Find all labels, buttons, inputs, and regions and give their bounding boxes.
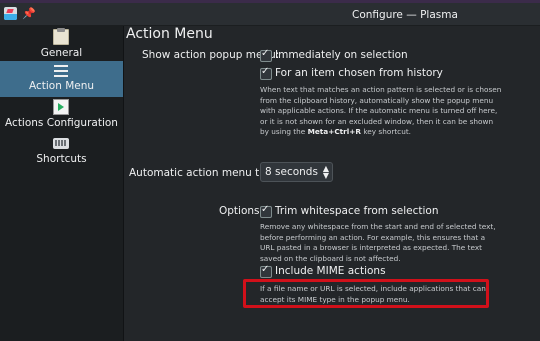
mime-checkbox[interactable] xyxy=(260,264,272,278)
sidebar-item-actions-configuration[interactable]: Actions Configuration xyxy=(0,98,123,134)
sidebar-item-label: Shortcuts xyxy=(36,153,87,165)
sidebar-item-label: Action Menu xyxy=(28,80,95,92)
updown-arrows-icon: ▲ ▼ xyxy=(322,164,329,180)
actions-icon xyxy=(53,99,69,115)
general-icon xyxy=(53,28,69,45)
show-popup-label: Show action popup menu: xyxy=(142,49,280,61)
shortcut-text: Meta+Ctrl+R xyxy=(307,127,362,136)
keyboard-icon xyxy=(53,138,69,149)
immediately-label[interactable]: Immediately on selection xyxy=(275,49,408,61)
pin-icon[interactable]: 📌 xyxy=(22,7,36,20)
trim-help-text: Remove any whitespace from the start and… xyxy=(260,222,496,263)
options-label: Options: xyxy=(219,205,264,217)
hamburger-menu-icon xyxy=(53,62,69,78)
highlight-box xyxy=(243,279,489,308)
klipper-icon[interactable] xyxy=(4,7,17,20)
auto-time-select[interactable]: 8 seconds ▲ ▼ xyxy=(260,162,333,182)
trim-checkbox[interactable] xyxy=(260,204,272,218)
title-bar[interactable]: 📌 Configure — Plasma xyxy=(0,3,540,26)
page-title: Action Menu xyxy=(126,26,213,42)
window-title: Configure — Plasma xyxy=(352,9,458,21)
history-label[interactable]: For an item chosen from history xyxy=(275,67,443,79)
sidebar-item-shortcuts[interactable]: Shortcuts xyxy=(0,134,123,170)
sidebar-item-label: Actions Configuration xyxy=(5,117,118,129)
sidebar-item-action-menu[interactable]: Action Menu xyxy=(0,61,123,97)
popup-help-text: When text that matches an action pattern… xyxy=(260,85,502,136)
history-checkbox[interactable] xyxy=(260,66,272,80)
auto-time-value: 8 seconds xyxy=(265,166,318,178)
immediately-checkbox[interactable] xyxy=(260,48,272,62)
trim-label[interactable]: Trim whitespace from selection xyxy=(275,205,439,217)
sidebar-item-general[interactable]: General xyxy=(0,28,123,64)
mime-label[interactable]: Include MIME actions xyxy=(275,265,386,277)
sidebar: General Action Menu Actions Configuratio… xyxy=(0,26,124,341)
sidebar-item-label: General xyxy=(40,47,83,59)
